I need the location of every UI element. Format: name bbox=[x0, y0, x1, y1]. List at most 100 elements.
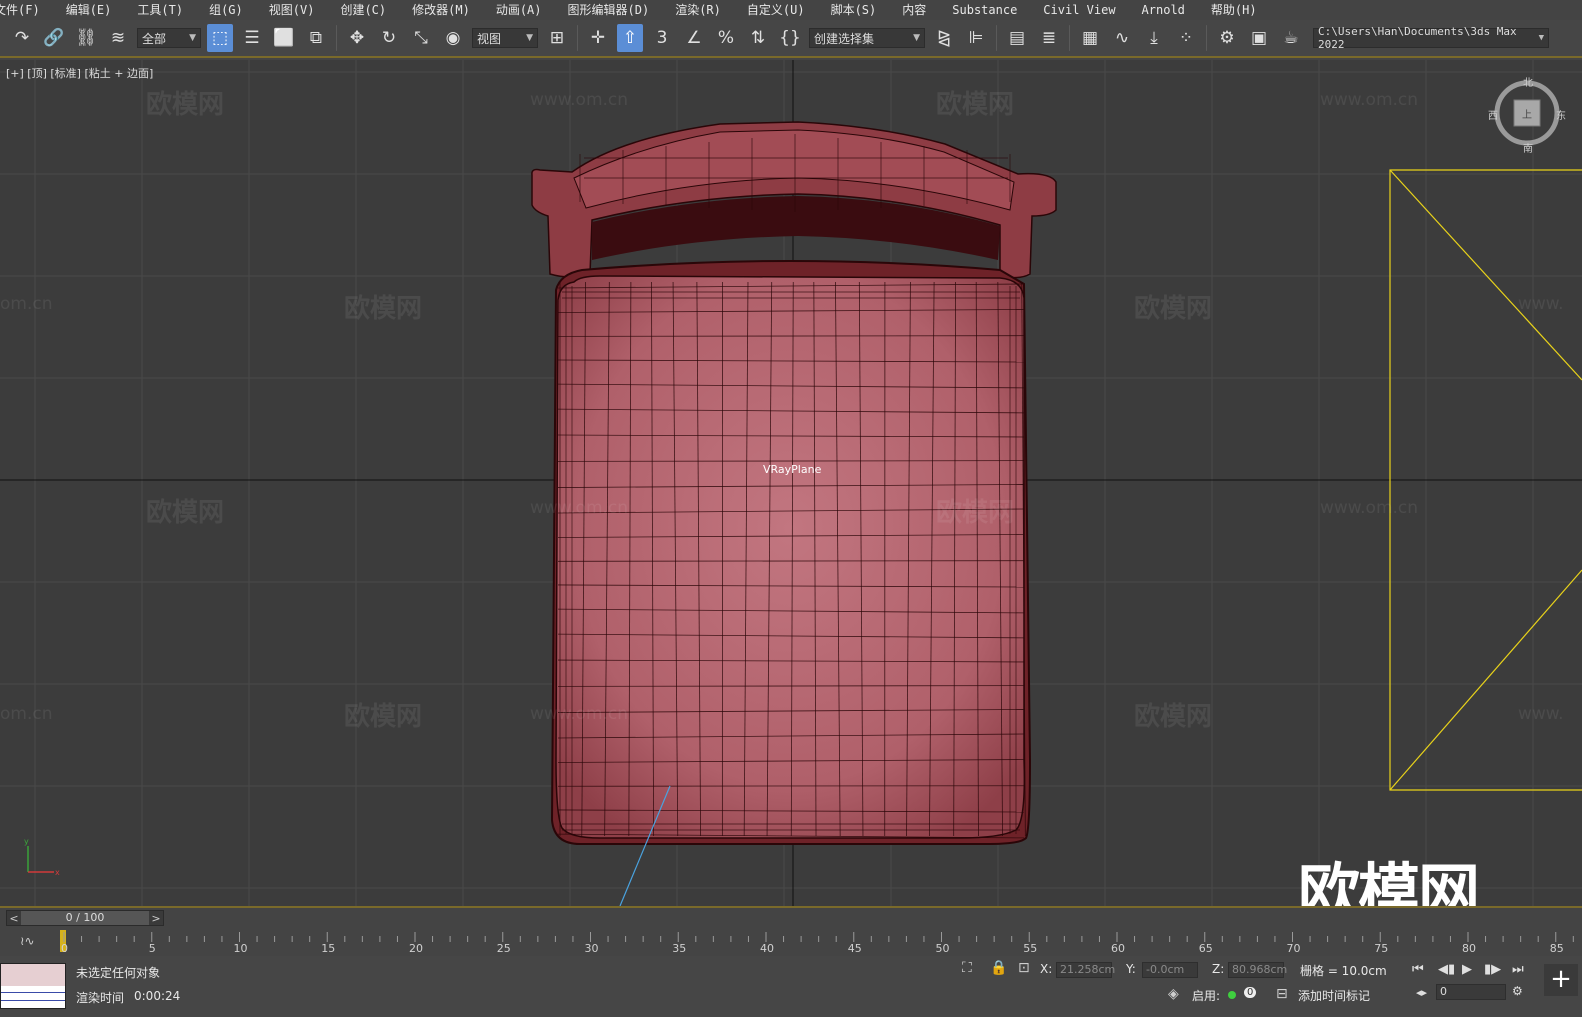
render-setup-icon[interactable]: ⚙ bbox=[1214, 24, 1240, 52]
menu-item[interactable]: 图形编辑器(D) bbox=[555, 0, 663, 20]
align-icon[interactable]: ⊫ bbox=[963, 24, 989, 52]
angle-snap-icon[interactable]: ∠ bbox=[681, 24, 707, 52]
rendered-frame-window-icon[interactable]: ▣ bbox=[1246, 24, 1272, 52]
key-mode-icon[interactable]: ◂▸ bbox=[1416, 986, 1427, 999]
time-slider-prev[interactable]: < bbox=[7, 912, 21, 925]
chevron-down-icon: ▼ bbox=[526, 33, 533, 43]
watermark: 欧模网 bbox=[1134, 702, 1213, 732]
viewcube-north[interactable]: 北 bbox=[1523, 74, 1533, 89]
link-icon[interactable]: 🔗 bbox=[41, 24, 67, 52]
x-coord-field[interactable]: 21.258cm bbox=[1056, 962, 1115, 978]
menu-item[interactable]: Substance bbox=[939, 0, 1030, 20]
named-selection-dropdown[interactable]: 创建选择集 ▼ bbox=[809, 28, 925, 48]
z-coord-field[interactable]: 80.968cm bbox=[1228, 962, 1287, 978]
time-slider-handle[interactable]: 0 / 100 bbox=[21, 911, 149, 925]
status-bar: 未选定任何对象 渲染时间 0:00:24 ⛶ 🔒 ⊡ X: 21.258cm Y… bbox=[0, 956, 1582, 1017]
menu-item[interactable]: 文件(F) bbox=[0, 0, 53, 20]
project-path-dropdown[interactable]: C:\Users\Han\Documents\3ds Max 2022 ▼ bbox=[1313, 25, 1549, 51]
axis-tripod: y x bbox=[24, 837, 60, 877]
time-slider-next[interactable]: > bbox=[149, 912, 163, 925]
mirror-icon[interactable]: ⧎ bbox=[931, 24, 957, 52]
status-indicator-icon bbox=[1228, 991, 1236, 999]
menu-item[interactable]: 编辑(E) bbox=[53, 0, 125, 20]
selection-filter-dropdown[interactable]: 全部 ▼ bbox=[137, 28, 201, 48]
menu-item[interactable]: 渲染(R) bbox=[662, 0, 734, 20]
adaptive-degradation-icon[interactable]: ◈ bbox=[1168, 986, 1179, 1002]
grid-size-label: 栅格 = 10.0cm bbox=[1300, 964, 1387, 978]
viewcube-face[interactable]: 上 bbox=[1522, 106, 1532, 121]
move-icon[interactable]: ✥ bbox=[344, 24, 370, 52]
select-manipulate-icon[interactable]: ✛ bbox=[585, 24, 611, 52]
menu-item[interactable]: 视图(V) bbox=[256, 0, 328, 20]
play-icon[interactable]: ▶ bbox=[1462, 962, 1472, 977]
chevron-down-icon: ▼ bbox=[913, 33, 920, 43]
window-crossing-icon[interactable]: ⧉ bbox=[303, 24, 329, 52]
prev-frame-icon[interactable]: ◀▮ bbox=[1438, 962, 1455, 977]
goto-start-icon[interactable]: ⏮ bbox=[1412, 962, 1424, 977]
project-path-value: C:\Users\Han\Documents\3ds Max 2022 bbox=[1318, 25, 1517, 51]
snap-toggle-icon[interactable]: 3 bbox=[649, 24, 675, 52]
schematic-view-icon[interactable]: ⁘ bbox=[1173, 24, 1199, 52]
watermark-url: om.cn bbox=[0, 294, 53, 314]
menu-item[interactable]: 创建(C) bbox=[327, 0, 399, 20]
menu-item[interactable]: 工具(T) bbox=[124, 0, 196, 20]
absolute-mode-icon[interactable]: ⊡ bbox=[1018, 960, 1030, 976]
reference-coord-dropdown[interactable]: 视图 ▼ bbox=[472, 28, 538, 48]
edit-named-selection-icon[interactable]: {} bbox=[777, 24, 803, 52]
redo-icon[interactable]: ↷ bbox=[9, 24, 35, 52]
bind-spacewarp-icon[interactable]: ≋ bbox=[105, 24, 131, 52]
scene-explorer-icon[interactable]: ▤ bbox=[1004, 24, 1030, 52]
maxscript-listener-thumbnail[interactable] bbox=[0, 963, 66, 1009]
add-button[interactable]: + bbox=[1544, 964, 1578, 996]
percent-snap-icon[interactable]: % bbox=[713, 24, 739, 52]
menu-item[interactable]: 组(G) bbox=[196, 0, 256, 20]
keyboard-shortcut-override-icon[interactable]: ⇧ bbox=[617, 24, 643, 52]
unlink-icon[interactable]: ⛓ bbox=[73, 24, 99, 52]
toolbar-divider bbox=[996, 25, 997, 51]
menu-item[interactable]: 自定义(U) bbox=[734, 0, 818, 20]
rotate-icon[interactable]: ↻ bbox=[376, 24, 402, 52]
menu-item[interactable]: Arnold bbox=[1129, 0, 1198, 20]
pivot-center-icon[interactable]: ⊞ bbox=[544, 24, 570, 52]
current-frame-field[interactable]: 0 bbox=[1436, 984, 1506, 1000]
selection-lock-icon[interactable]: 🔒 bbox=[990, 960, 1007, 976]
menu-item[interactable]: Civil View bbox=[1030, 0, 1128, 20]
menu-item[interactable]: 修改器(M) bbox=[399, 0, 483, 20]
select-by-name-icon[interactable]: ☰ bbox=[239, 24, 265, 52]
next-frame-icon[interactable]: ▮▶ bbox=[1484, 962, 1501, 977]
time-config-icon[interactable]: ⚙ bbox=[1512, 984, 1523, 998]
time-slider-track[interactable]: < 0 / 100 > bbox=[6, 910, 164, 926]
ribbon-toggle-icon[interactable]: ▦ bbox=[1077, 24, 1103, 52]
add-time-tag[interactable]: 添加时间标记 bbox=[1298, 987, 1370, 1004]
viewcube[interactable]: 北 南 西 东 上 bbox=[1488, 78, 1566, 155]
reference-coord-value: 视图 bbox=[477, 31, 502, 46]
curve-editor-mini-icon: ≀∿ bbox=[20, 934, 35, 948]
trackbar-tick-label: 5 bbox=[149, 942, 156, 955]
dope-sheet-icon[interactable]: ⤓ bbox=[1141, 24, 1167, 52]
curve-editor-icon[interactable]: ∿ bbox=[1109, 24, 1135, 52]
goto-end-icon[interactable]: ⏭ bbox=[1512, 962, 1524, 977]
menu-item[interactable]: 帮助(H) bbox=[1198, 0, 1270, 20]
top-viewport[interactable]: y x [+] [顶] [标准] [粘土 + 边面] VRayPlane 欧模网… bbox=[0, 60, 1582, 906]
menu-item[interactable]: 脚本(S) bbox=[818, 0, 890, 20]
chevron-down-icon: ▼ bbox=[1538, 33, 1544, 43]
viewport-label[interactable]: [+] [顶] [标准] [粘土 + 边面] bbox=[6, 65, 153, 81]
menu-item[interactable]: 动画(A) bbox=[483, 0, 555, 20]
scale-icon[interactable]: ⤡ bbox=[408, 24, 434, 52]
watermark: 欧模网 bbox=[936, 498, 1015, 528]
time-tag-icon[interactable]: ⊟ bbox=[1276, 986, 1288, 1002]
viewcube-east[interactable]: 东 bbox=[1556, 107, 1566, 122]
watermark: 欧模网 bbox=[936, 90, 1015, 120]
select-object-icon[interactable]: ⬚ bbox=[207, 24, 233, 52]
render-teapot-icon[interactable]: ☕ bbox=[1278, 24, 1304, 52]
viewcube-south[interactable]: 南 bbox=[1523, 140, 1533, 155]
trackbar[interactable]: ≀∿ 0 5 10 15 20 25 30 35 40 45 50 55 60 65 70 75 80 85 bbox=[0, 928, 1582, 956]
spinner-snap-icon[interactable]: ⇅ bbox=[745, 24, 771, 52]
menu-item[interactable]: 内容 bbox=[889, 0, 939, 20]
viewcube-west[interactable]: 西 bbox=[1488, 107, 1498, 122]
isolate-selection-icon[interactable]: ⛶ bbox=[962, 960, 972, 976]
layer-explorer-icon[interactable]: ≣ bbox=[1036, 24, 1062, 52]
y-coord-field[interactable]: -0.0cm bbox=[1142, 962, 1198, 978]
place-icon[interactable]: ◉ bbox=[440, 24, 466, 52]
rect-selection-icon[interactable]: ⬜ bbox=[271, 24, 297, 52]
